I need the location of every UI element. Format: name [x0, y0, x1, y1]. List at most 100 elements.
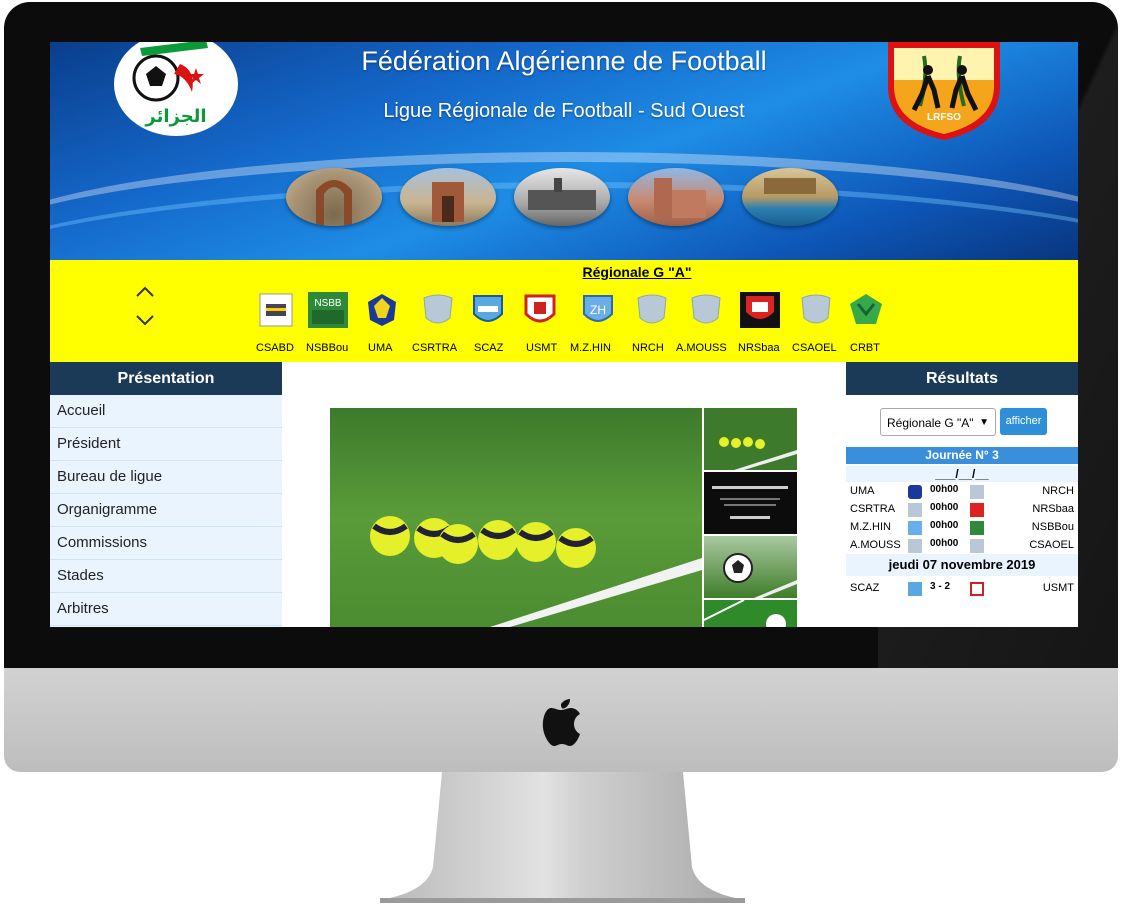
- home-team: SCAZ: [850, 582, 880, 594]
- away-team: CSAOEL: [1029, 539, 1074, 551]
- results-panel: Résultats Régionale G "A" ▼ afficher Jour…: [846, 362, 1078, 627]
- banner-photo-arch: [286, 168, 382, 226]
- menu-item-president[interactable]: Président: [50, 428, 282, 461]
- match-score: 3 - 2: [930, 581, 951, 592]
- site-banner: الجزائر Fédération Algérienne de Footbal…: [50, 42, 1078, 260]
- match-score: 00h00: [930, 520, 959, 531]
- match-row[interactable]: SCAZ 3 - 2 USMT: [846, 580, 1078, 598]
- slide-thumbnail[interactable]: [704, 408, 797, 470]
- team-crest-icon: [970, 521, 984, 535]
- club-crest-icon: [423, 294, 453, 324]
- slide-main-image[interactable]: [330, 408, 702, 627]
- club-nrch[interactable]: NRCH: [630, 292, 674, 354]
- lrfso-logo-text: LRFSO: [927, 112, 961, 123]
- match-row[interactable]: A.MOUSS 00h00 CSAOEL: [846, 537, 1078, 555]
- journee-label: Journée N° 3: [846, 447, 1078, 464]
- browser-screen: الجزائر Fédération Algérienne de Footbal…: [50, 42, 1078, 627]
- team-crest-icon: [908, 582, 922, 596]
- club-label: A.MOUSS: [676, 342, 727, 354]
- menu-item-arbitres[interactable]: Arbitres: [50, 593, 282, 626]
- team-crest-icon: [970, 582, 984, 596]
- club-mzhin[interactable]: ZH M.Z.HIN: [570, 292, 626, 354]
- club-uma[interactable]: UMA: [364, 292, 404, 354]
- match-row[interactable]: CSRTRA 00h00 NRSbaa: [846, 501, 1078, 519]
- apple-logo-icon: [542, 699, 580, 746]
- club-label: NSBBou: [306, 342, 349, 354]
- menu-item-organigramme[interactable]: Organigramme: [50, 494, 282, 527]
- svg-text:NSBB: NSBB: [314, 298, 342, 309]
- menu-item-commissions[interactable]: Commissions: [50, 527, 282, 560]
- club-crest-icon: [801, 294, 831, 324]
- select-caret-icon: ▼: [979, 417, 989, 428]
- chevron-up-icon[interactable]: [134, 284, 156, 300]
- club-amouss[interactable]: A.MOUSS: [676, 292, 736, 354]
- club-crest-icon: [740, 292, 780, 328]
- away-team: NRCH: [1042, 485, 1074, 497]
- club-crest-icon: [368, 294, 396, 326]
- imac-stand: [380, 772, 745, 903]
- club-crest-icon: [637, 294, 667, 324]
- afficher-button[interactable]: afficher: [1000, 408, 1047, 435]
- chevron-down-icon[interactable]: [134, 312, 156, 328]
- away-team: NSBBou: [1031, 521, 1074, 533]
- club-crbt[interactable]: CRBT: [844, 292, 888, 354]
- home-team: UMA: [850, 485, 875, 497]
- team-crest-icon: [908, 539, 922, 553]
- club-crest-icon: [524, 294, 556, 323]
- club-crest-icon: [473, 295, 503, 322]
- banner-photo-gate: [400, 168, 496, 226]
- club-csrtra[interactable]: CSRTRA: [412, 292, 462, 354]
- division-select[interactable]: Régionale G "A" ▼: [880, 408, 996, 436]
- club-label: USMT: [526, 342, 558, 354]
- club-scaz[interactable]: SCAZ: [470, 292, 510, 354]
- match-row[interactable]: M.Z.HIN 00h00 NSBBou: [846, 519, 1078, 537]
- match-date-blank: ___/__/__: [846, 466, 1078, 482]
- slide-thumbnail[interactable]: [704, 472, 797, 534]
- away-team: USMT: [1042, 582, 1074, 594]
- home-team: CSRTRA: [850, 503, 896, 515]
- slide-thumbnail[interactable]: [704, 600, 797, 627]
- club-usmt[interactable]: USMT: [522, 292, 562, 354]
- team-crest-icon: [908, 485, 922, 499]
- presentation-menu: Présentation Accueil Président Bureau de…: [50, 362, 282, 627]
- team-crest-icon: [970, 539, 984, 553]
- club-csaoel[interactable]: CSAOEL: [792, 292, 840, 354]
- club-nrsbaa[interactable]: NRSbaa: [738, 292, 786, 354]
- club-label: UMA: [368, 342, 393, 354]
- home-team: A.MOUSS: [850, 539, 901, 551]
- results-heading: Résultats: [846, 362, 1078, 395]
- news-slider: [330, 408, 797, 627]
- club-label: NRCH: [632, 342, 664, 354]
- club-crest-icon: ZH: [583, 295, 613, 322]
- lrfso-logo[interactable]: LRFSO: [884, 42, 1004, 144]
- division-title-link[interactable]: Régionale G "A": [50, 264, 1078, 280]
- presentation-heading: Présentation: [50, 362, 282, 395]
- clubs-band: Régionale G "A" CSABD NSBB NSBBou UMA CS…: [50, 260, 1078, 362]
- banner-photo-fort: [628, 168, 724, 226]
- club-label: CSRTRA: [412, 342, 458, 354]
- match-score: 00h00: [930, 484, 959, 495]
- club-label: CSABD: [256, 342, 294, 354]
- club-csabd[interactable]: CSABD: [256, 292, 296, 354]
- team-crest-icon: [908, 521, 922, 535]
- home-team: M.Z.HIN: [850, 521, 891, 533]
- match-score: 00h00: [930, 502, 959, 513]
- team-crest-icon: [970, 485, 984, 499]
- club-label: SCAZ: [474, 342, 504, 354]
- svg-text:ZH: ZH: [590, 303, 606, 317]
- menu-item-accueil[interactable]: Accueil: [50, 395, 282, 428]
- menu-item-stades[interactable]: Stades: [50, 560, 282, 593]
- club-label: CSAOEL: [792, 342, 837, 354]
- match-row[interactable]: UMA 00h00 NRCH: [846, 483, 1078, 501]
- match-score: 00h00: [930, 538, 959, 549]
- club-label: NRSbaa: [738, 342, 780, 354]
- banner-photo-station: [514, 168, 610, 226]
- club-label: M.Z.HIN: [570, 342, 611, 354]
- away-team: NRSbaa: [1032, 503, 1074, 515]
- club-label: CRBT: [850, 342, 880, 354]
- slide-thumbnail[interactable]: [704, 536, 797, 598]
- club-crest-icon: [259, 293, 293, 327]
- club-nsbbou[interactable]: NSBB NSBBou: [306, 292, 352, 354]
- match-date: jeudi 07 novembre 2019: [846, 554, 1078, 576]
- menu-item-bureau[interactable]: Bureau de ligue: [50, 461, 282, 494]
